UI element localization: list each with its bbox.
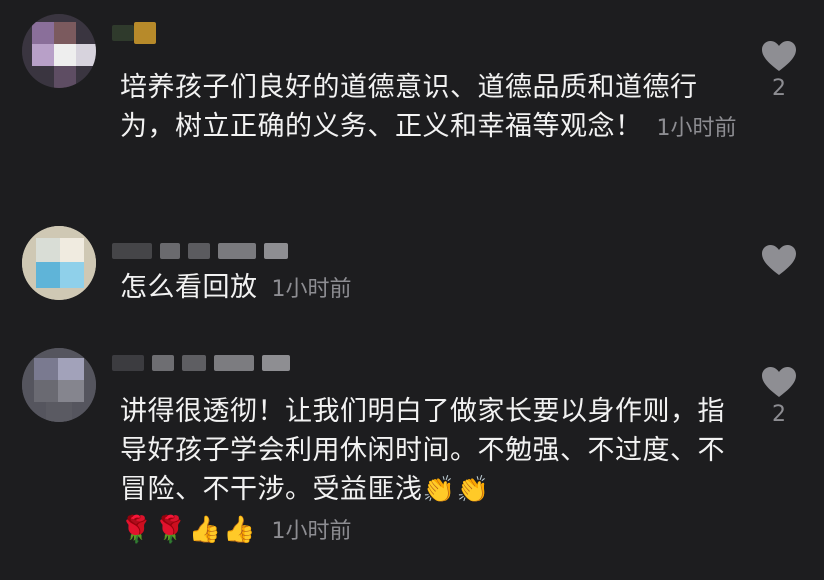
- like-button[interactable]: 2: [760, 366, 798, 427]
- rose-thumbs-up-emoji: 🌹🌹👍👍: [120, 515, 258, 545]
- comment-text: 讲得很透彻！让我们明白了做家长要以身作则，指导好孩子学会利用休闲时间。不勉强、不…: [120, 392, 740, 551]
- comment-time: 1小时前: [271, 277, 352, 302]
- comment-item: 讲得很透彻！让我们明白了做家长要以身作则，指导好孩子学会利用休闲时间。不勉强、不…: [0, 340, 824, 580]
- comment-text: 培养孩子们良好的道德意识、道德品质和道德行为，树立正确的义务、正义和幸福等观念！…: [120, 68, 740, 148]
- username[interactable]: [112, 352, 298, 374]
- username[interactable]: [112, 240, 296, 262]
- comment-body: 怎么看回放: [120, 272, 258, 303]
- comment-item: 培养孩子们良好的道德意识、道德品质和道德行为，树立正确的义务、正义和幸福等观念！…: [0, 0, 824, 200]
- heart-icon: [762, 245, 796, 275]
- like-count: 2: [772, 76, 786, 101]
- username[interactable]: [112, 22, 164, 44]
- avatar[interactable]: [22, 348, 96, 422]
- comment-time: 1小时前: [656, 116, 737, 141]
- comment-text: 怎么看回放 1小时前: [120, 268, 740, 309]
- comment-item: 怎么看回放 1小时前: [0, 218, 824, 328]
- like-button[interactable]: [760, 244, 798, 280]
- comment-time: 1小时前: [271, 519, 352, 544]
- like-count: 2: [772, 402, 786, 427]
- avatar[interactable]: [22, 226, 96, 300]
- heart-icon: [762, 367, 796, 397]
- comment-body: 培养孩子们良好的道德意识、道德品质和道德行为，树立正确的义务、正义和幸福等观念！: [120, 72, 698, 142]
- clapping-hands-emoji: 👏👏: [422, 475, 492, 505]
- heart-icon: [762, 41, 796, 71]
- like-button[interactable]: 2: [760, 40, 798, 101]
- avatar[interactable]: [22, 14, 96, 88]
- comment-list: 培养孩子们良好的道德意识、道德品质和道德行为，树立正确的义务、正义和幸福等观念！…: [0, 0, 824, 580]
